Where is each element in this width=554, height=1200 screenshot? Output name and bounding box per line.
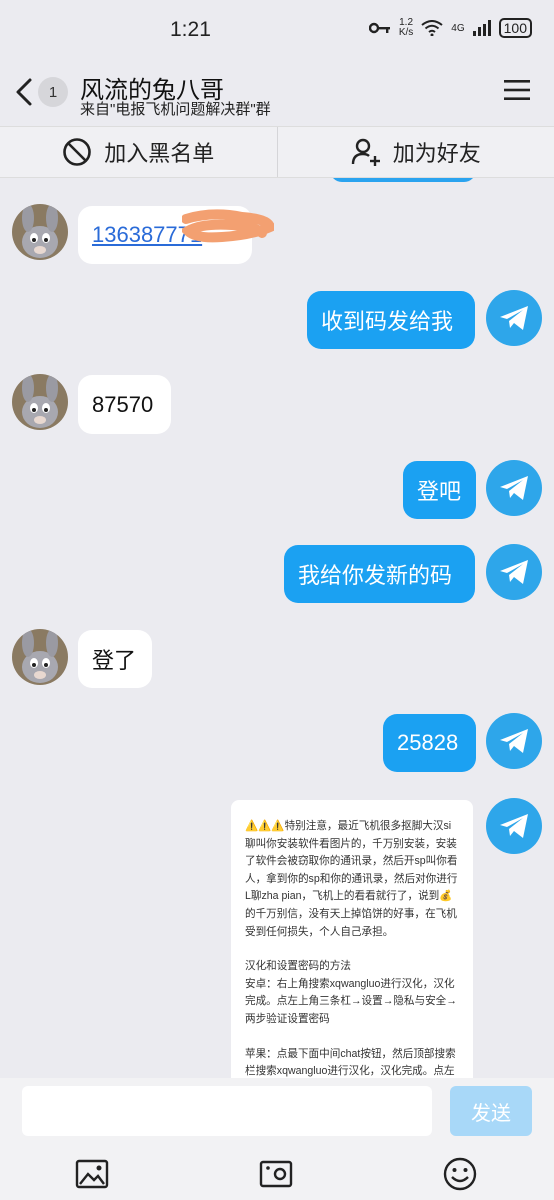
emoji-icon[interactable] [442,1156,478,1192]
avatar[interactable] [12,204,68,260]
net-speed-unit: K/s [398,27,414,38]
rabbit-avatar-icon [12,374,68,430]
blacklist-label: 加入黑名单 [104,141,215,166]
status-icons: 1.2 K/s 4G 100 [368,18,532,38]
message-text: 87570 [92,391,154,417]
net-speed: 1.2 K/s [399,18,413,38]
notice-ios-text: 苹果：点最下面中间chat按钮，然后顶部搜索栏搜索xqwangluo进行汉化，汉… [245,1047,456,1078]
wifi-icon [421,20,443,36]
telegram-icon [500,814,528,838]
back-button[interactable]: 1 [12,72,72,112]
redaction-scribble [182,209,274,243]
network-type: 4G [451,22,465,34]
message-bubble-in[interactable]: 87570 [78,375,171,434]
camera-icon[interactable] [258,1156,294,1192]
rabbit-avatar-icon [12,629,68,685]
key-icon [368,22,390,34]
previous-message-edge [330,178,476,182]
chat-subtitle: 来自"电报飞机问题解决群"群 [80,101,271,118]
message-list[interactable]: 136387771 收到码发给我 87570 登吧 我给你发新的码 登了 258… [0,178,554,1078]
menu-icon[interactable] [504,78,530,102]
telegram-icon [500,729,528,753]
status-time: 1:21 [170,18,211,41]
avatar[interactable] [12,629,68,685]
telegram-icon [500,476,528,500]
notice-image-message[interactable]: ⚠️⚠️⚠️特别注意，最近飞机很多抠脚大汉si聊叫你安装软件看图片的，千万别安装… [231,800,473,1078]
add-friend-button[interactable]: 加为好友 [278,127,554,177]
chat-header: 1 风流的兔八哥 来自"电报飞机问题解决群"群 [0,62,554,126]
message-bubble-out[interactable]: 我给你发新的码 [284,545,475,603]
status-bar: 1:21 1.2 K/s 4G 100 [0,0,554,62]
message-text: 收到码发给我 [321,309,454,334]
rabbit-avatar-icon [12,204,68,260]
notice-warning-text: ⚠️⚠️⚠️特别注意，最近飞机很多抠脚大汉si聊叫你安装软件看图片的，千万别安装… [245,820,458,938]
message-bubble-in[interactable]: 登了 [78,630,152,688]
message-text: 登了 [92,648,137,673]
message-bubble-out[interactable]: 登吧 [403,461,476,519]
chevron-left-icon [16,78,32,106]
avatar[interactable] [12,374,68,430]
my-avatar[interactable] [486,544,542,600]
unread-badge: 1 [38,77,68,107]
message-bubble-out[interactable]: 25828 [383,714,476,772]
action-bar: 加入黑名单 加为好友 [0,126,554,178]
my-avatar[interactable] [486,713,542,769]
telegram-icon [500,306,528,330]
add-friend-label: 加为好友 [392,141,481,166]
composer-toolbar [0,1148,554,1200]
telegram-icon [500,560,528,584]
blacklist-button[interactable]: 加入黑名单 [0,127,277,177]
message-bubble-out[interactable]: 收到码发给我 [307,291,475,349]
message-text: 我给你发新的码 [298,563,453,588]
message-text: 25828 [397,730,459,755]
message-text: 登吧 [417,479,462,504]
composer: 发送 [0,1078,554,1148]
block-icon [63,138,92,166]
my-avatar[interactable] [486,460,542,516]
signal-icon [472,20,491,36]
send-button[interactable]: 发送 [450,1086,532,1136]
battery-indicator: 100 [498,18,532,38]
add-user-icon [351,138,380,166]
message-input[interactable] [22,1086,432,1136]
notice-android-text: 汉化和设置密码的方法 安卓：右上角搜索xqwangluo进行汉化，汉化完成。点左… [245,960,457,1025]
my-avatar[interactable] [486,290,542,346]
image-icon[interactable] [74,1156,110,1192]
my-avatar[interactable] [486,798,542,854]
